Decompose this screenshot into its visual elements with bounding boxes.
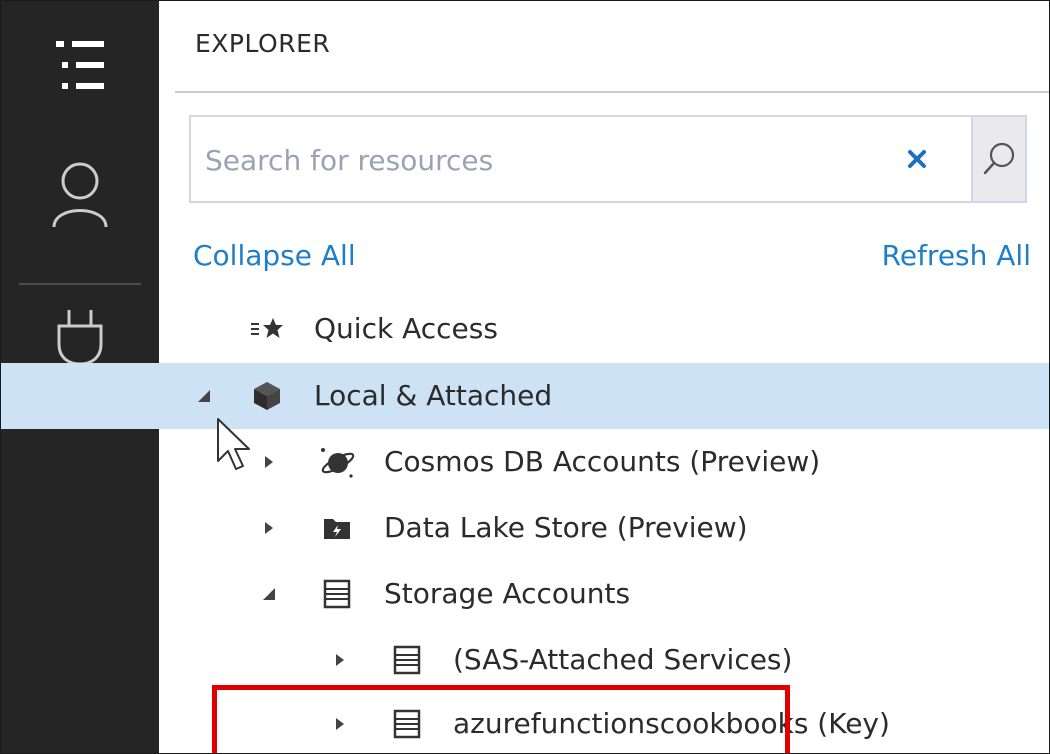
panel-title: EXPLORER xyxy=(195,29,331,58)
explorer-activity-button[interactable] xyxy=(1,25,159,105)
storage-icon xyxy=(387,627,427,693)
planet-icon xyxy=(317,429,357,495)
tree-item-sas-attached[interactable]: (SAS-Attached Services) xyxy=(1,627,1049,693)
tree-item-cosmos-db[interactable]: Cosmos DB Accounts (Preview) xyxy=(1,429,1049,495)
search-box xyxy=(189,115,1027,203)
collapse-all-link[interactable]: Collapse All xyxy=(193,239,356,272)
collapsed-arrow-icon[interactable] xyxy=(257,429,281,495)
expanded-arrow-icon[interactable] xyxy=(192,363,216,429)
search-icon xyxy=(983,142,1015,175)
account-activity-button[interactable] xyxy=(1,149,159,239)
search-button[interactable] xyxy=(971,117,1025,201)
expanded-arrow-icon[interactable] xyxy=(257,561,281,627)
tree-item-storage-accounts[interactable]: Storage Accounts xyxy=(1,561,1049,627)
tree-item-label: Storage Accounts xyxy=(384,577,631,610)
collapsed-arrow-icon[interactable] xyxy=(257,495,281,561)
mouse-cursor-icon xyxy=(217,418,250,470)
person-icon xyxy=(52,162,108,228)
tree-item-label: Local & Attached xyxy=(314,379,553,412)
refresh-all-link[interactable]: Refresh All xyxy=(882,239,1031,272)
tree-item-quick-access[interactable]: Quick Access xyxy=(1,296,1049,362)
storage-icon xyxy=(317,561,357,627)
tree-item-label: Data Lake Store (Preview) xyxy=(384,511,748,544)
tree-item-label: Cosmos DB Accounts (Preview) xyxy=(384,445,821,478)
tree-item-label: Quick Access xyxy=(314,312,498,345)
tree-item-label: (SAS-Attached Services) xyxy=(453,643,793,676)
activity-separator xyxy=(19,283,141,285)
explorer-list-icon xyxy=(56,41,104,89)
data-lake-folder-icon xyxy=(317,495,357,561)
header-divider xyxy=(175,91,1049,93)
tree-item-data-lake[interactable]: Data Lake Store (Preview) xyxy=(1,495,1049,561)
tree-item-local-attached[interactable]: Local & Attached xyxy=(1,363,1049,429)
storage-explorer-window: EXPLORER Collapse All Refresh All xyxy=(0,0,1050,754)
quick-access-star-icon xyxy=(247,296,287,362)
search-input[interactable] xyxy=(203,135,867,185)
highlight-annotation-box xyxy=(212,685,790,753)
close-icon xyxy=(908,150,926,168)
clear-search-button[interactable] xyxy=(899,141,935,177)
collapsed-arrow-icon[interactable] xyxy=(328,627,352,693)
